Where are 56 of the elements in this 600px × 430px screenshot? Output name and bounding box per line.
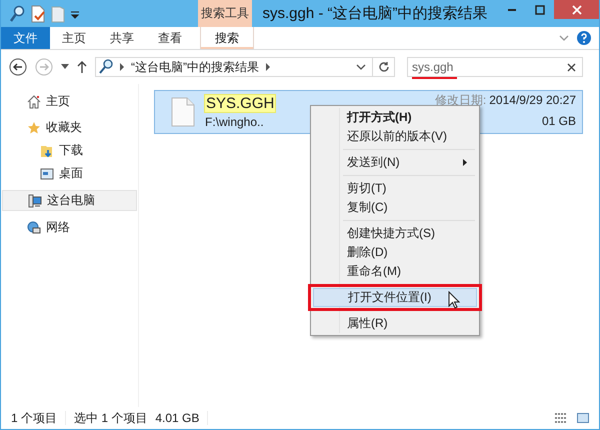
file-name: SYS.GGH <box>205 95 276 112</box>
file-path: F:\wingho.. <box>205 115 265 129</box>
sidebar-item[interactable]: 网络 <box>2 218 137 237</box>
menu-item[interactable]: 重命名(M) <box>313 262 477 281</box>
file-icon <box>171 97 195 127</box>
search-icon <box>99 59 113 75</box>
address-bar[interactable]: “这台电脑”中的搜索结果 <box>95 57 395 77</box>
home-icon <box>27 94 41 108</box>
menu-item[interactable]: 复制(C) <box>313 198 477 217</box>
selection-info: 选中 1 个项目 <box>74 410 148 426</box>
computer-icon <box>28 194 42 208</box>
search-field[interactable]: sys.ggh <box>407 57 583 77</box>
refresh-icon <box>378 61 390 73</box>
date-label: 修改日期: <box>434 93 486 107</box>
selection-size: 4.01 GB <box>155 411 200 425</box>
breadcrumb-arrow-icon[interactable] <box>119 63 125 71</box>
date-value: 2014/9/29 20:27 <box>489 93 576 107</box>
search-icon[interactable] <box>9 4 25 22</box>
menu-item[interactable]: 创建快捷方式(S) <box>313 224 477 243</box>
sidebar-item[interactable]: 这台电脑 <box>2 190 137 211</box>
document-check-icon[interactable] <box>30 4 46 22</box>
star-icon <box>27 120 41 134</box>
close-button[interactable] <box>554 0 599 19</box>
chevron-down-icon[interactable] <box>356 63 366 71</box>
menu-item[interactable]: 剪切(T) <box>313 179 477 198</box>
search-value: sys.ggh <box>412 60 454 74</box>
back-icon[interactable] <box>9 58 27 76</box>
maximize-icon <box>535 4 545 14</box>
menu-item[interactable]: 属性(R) <box>313 314 477 333</box>
sidebar-item[interactable]: 桌面 <box>2 164 137 183</box>
menu-item[interactable]: 发送到(N) <box>313 153 477 172</box>
sidebar-item[interactable]: 下载 <box>2 141 137 160</box>
folder-download-icon <box>40 144 54 158</box>
clear-icon[interactable] <box>567 62 576 72</box>
ribbon-tab[interactable]: 文件 <box>1 27 50 49</box>
sidebar-item[interactable]: 主页 <box>2 92 137 111</box>
menu-item[interactable]: 删除(D) <box>313 243 477 262</box>
breadcrumb-arrow-icon[interactable] <box>265 63 271 71</box>
help-icon[interactable] <box>577 31 591 45</box>
address-path[interactable]: “这台电脑”中的搜索结果 <box>131 58 259 76</box>
network-icon <box>27 220 41 234</box>
details-view-icon[interactable] <box>555 413 567 423</box>
desktop-icon <box>40 166 54 180</box>
mouse-pointer-icon <box>448 291 460 309</box>
item-count: 1 个项目 <box>11 410 58 426</box>
up-arrow-icon[interactable] <box>77 60 87 74</box>
dropdown-icon[interactable] <box>61 64 69 70</box>
window-title: sys.ggh - “这台电脑”中的搜索结果 <box>261 4 488 24</box>
close-icon <box>572 4 582 14</box>
thumbnail-view-icon[interactable] <box>577 413 589 423</box>
menu-item[interactable]: 打开方式(H) <box>313 108 477 127</box>
sidebar-item[interactable]: 收藏夹 <box>2 118 137 137</box>
ribbon-tab[interactable]: 搜索 <box>200 27 254 49</box>
minimize-icon <box>508 8 516 10</box>
context-tab-header: 搜索工具 <box>201 5 249 22</box>
file-size: 01 GB <box>542 114 576 128</box>
